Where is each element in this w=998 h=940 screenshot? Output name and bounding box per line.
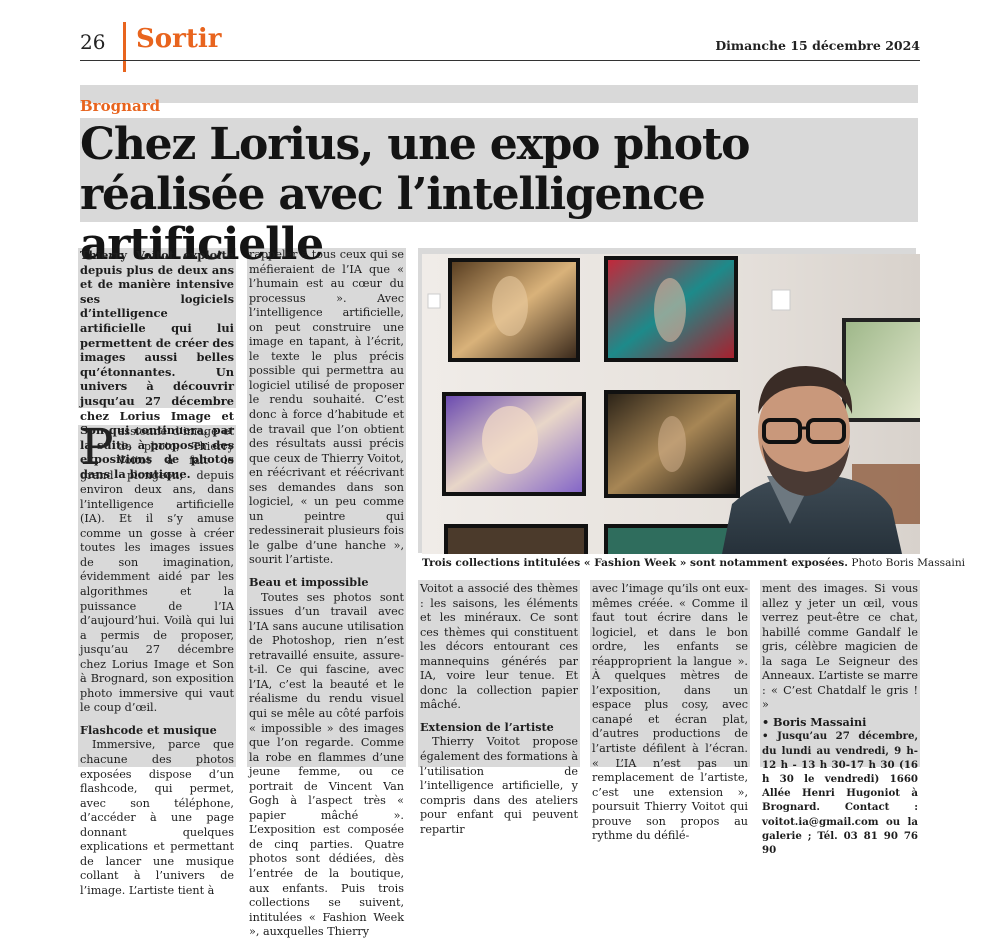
- paragraph: Thierry Voitot propose également des for…: [420, 735, 578, 836]
- paragraph: Passionné d’image et de photo, Thierry V…: [80, 418, 234, 716]
- article-photo: [422, 254, 920, 554]
- issue-date: Dimanche 15 décembre 2024: [715, 38, 920, 53]
- article-kicker: Brognard: [80, 97, 161, 115]
- article-column-1: Passionné d’image et de photo, Thierry V…: [80, 418, 234, 899]
- caption-text: Trois collections intitulées « Fashion W…: [422, 557, 848, 569]
- paragraph: rappeler à tous ceux qui se méfieraient …: [249, 248, 404, 567]
- article-column-5: ment des images. Si vous allez y jeter u…: [762, 582, 918, 857]
- article-column-3: Voitot a associé des thèmes : les saison…: [420, 582, 578, 837]
- practical-info: • Jusqu’au 27 décembre, du lundi au vend…: [762, 730, 918, 857]
- paragraph: Toutes ses photos sont issues d’un trava…: [249, 590, 404, 939]
- exhibition-photo-image: [422, 254, 920, 554]
- subheading-beau-impossible: Beau et impossible: [249, 575, 369, 590]
- photo-caption: Trois collections intitulées « Fashion W…: [422, 557, 965, 569]
- author-signature: • Boris Massaini: [762, 714, 867, 729]
- paragraph-text: assionné d’image et de photo, Thierry Vo…: [80, 425, 234, 715]
- article-column-4: avec l’image qu’ils ont eux-mêmes créée.…: [592, 582, 748, 844]
- paragraph: Immersive, parce que chacune des photos …: [80, 738, 234, 897]
- subheading-extension: Extension de l’artiste: [420, 719, 554, 734]
- drop-cap: P: [80, 418, 114, 476]
- page-number: 26: [80, 30, 106, 54]
- paragraph: Voitot a associé des thèmes : les saison…: [420, 582, 578, 712]
- section-rubric: Sortir: [136, 24, 222, 54]
- paragraph: avec l’image qu’ils ont eux-mêmes créée.…: [592, 582, 748, 843]
- photo-credit: Photo Boris Massaini: [851, 557, 966, 569]
- highlight-band: [80, 85, 918, 103]
- rubric-divider: [123, 22, 126, 72]
- paragraph: ment des images. Si vous allez y jeter u…: [762, 582, 918, 712]
- article-column-2: rappeler à tous ceux qui se méfieraient …: [249, 248, 404, 940]
- subheading-flashcode: Flashcode et musique: [80, 722, 217, 737]
- header-rule: [80, 60, 920, 61]
